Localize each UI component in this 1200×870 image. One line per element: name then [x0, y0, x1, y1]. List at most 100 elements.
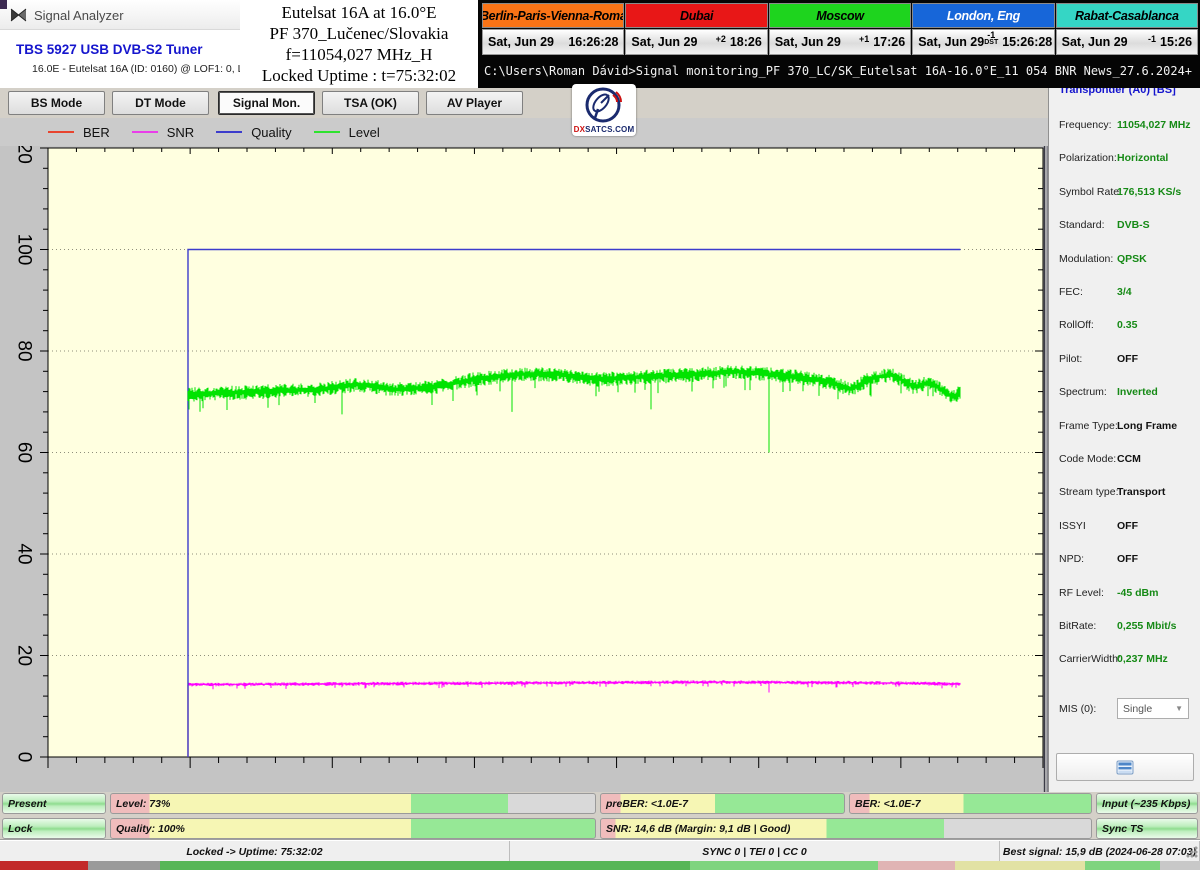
statusbar: Best signal: 15,9 dB (2024-06-28 07:03)S… — [0, 840, 1200, 861]
satellite-annotation: Eutelsat 16A at 16.0°E PF 370_Lučenec/Sl… — [240, 0, 478, 88]
clock-utc-offset: +2 — [716, 35, 726, 43]
clock-time-value: 16:26:28 — [568, 35, 618, 49]
meter-snr: SNR: 14,6 dB (Margin: 9,1 dB | Good) — [600, 818, 1092, 839]
svg-text:100: 100 — [14, 234, 35, 266]
mis-selected-value: Single — [1123, 703, 1152, 715]
transponder-label: BitRate: — [1059, 620, 1096, 632]
meter-text: Present — [8, 798, 47, 810]
resize-grip[interactable] — [1186, 846, 1198, 858]
transponder-label: Symbol Rate: — [1059, 186, 1122, 198]
svg-text:60: 60 — [14, 442, 35, 463]
transponder-row-frame-type-: Frame Type:Long Frame — [1059, 420, 1197, 434]
annotation-line-1: Eutelsat 16A at 16.0°E — [240, 2, 478, 23]
terminal-command-line: C:\Users\Roman Dávid>Signal monitoring_P… — [484, 64, 1196, 78]
transponder-row-rolloff-: RollOff: 0.35 — [1059, 319, 1197, 333]
clock-utc-offset: -1DST — [984, 31, 998, 47]
transponder-label: CarrierWidth: — [1059, 653, 1121, 665]
statusbar-best: Best signal: 15,9 dB (2024-06-28 07:03) — [1000, 841, 1200, 862]
clock-datetime: Sat, Jun 29-1DST 15:26:28 — [912, 29, 1054, 55]
transponder-row-pilot-: Pilot: OFF — [1059, 353, 1197, 367]
transponder-value: Horizontal — [1117, 152, 1168, 164]
transponder-row-bitrate-: BitRate:0,255 Mbit/s — [1059, 620, 1197, 634]
window-title: Signal Analyzer — [34, 8, 124, 23]
save-button[interactable] — [1056, 753, 1194, 781]
signal-chart: 020406080100120 — [0, 146, 1048, 792]
legend-swatch — [314, 131, 340, 133]
clock-city-label: Rabat-Casablanca — [1056, 3, 1198, 28]
clock-utc-offset: +1 — [859, 35, 869, 43]
transponder-value: Inverted — [1117, 386, 1158, 398]
transponder-row-standard-: Standard:DVB-S — [1059, 219, 1197, 233]
clock-time-value: 15:26 — [1160, 35, 1192, 49]
legend-item-ber: BER — [48, 125, 110, 140]
meter-text: Sync TS — [1102, 823, 1143, 835]
transponder-panel-title-clip: Transponder (A0) [BS] — [1059, 88, 1195, 99]
meter-text: Level: 73% — [116, 798, 170, 810]
tab-dt-mode[interactable]: DT Mode — [112, 91, 209, 115]
tab-signal-mon-[interactable]: Signal Mon. — [218, 91, 315, 115]
meter-preber: preBER: <1.0E-7 — [600, 793, 845, 814]
tab-tsa-ok-[interactable]: TSA (OK) — [322, 91, 419, 115]
transponder-label: RollOff: — [1059, 319, 1094, 331]
transponder-value: 0.35 — [1117, 319, 1137, 331]
legend-label: SNR — [167, 125, 194, 140]
meter-text: Input (~235 Kbps) — [1102, 798, 1190, 810]
transponder-value: DVB-S — [1117, 219, 1150, 231]
legend-item-level: Level — [314, 125, 380, 140]
meter-ber: BER: <1.0E-7 — [849, 793, 1092, 814]
background-window-strip — [0, 861, 1200, 870]
mis-dropdown[interactable]: Single ▼ — [1117, 698, 1189, 719]
transponder-label: Code Mode: — [1059, 453, 1116, 465]
legend-label: Quality — [251, 125, 291, 140]
status-lock: Lock — [2, 818, 106, 839]
clock-city-label: London, Eng — [912, 3, 1054, 28]
background-window-segment — [0, 861, 88, 870]
svg-text:80: 80 — [14, 340, 35, 361]
transponder-label: Modulation: — [1059, 253, 1113, 265]
meter-text: SNR: 14,6 dB (Margin: 9,1 dB | Good) — [606, 823, 790, 835]
background-window-segment — [955, 861, 1085, 870]
clock-moscow: MoscowSat, Jun 29+117:26 — [769, 3, 911, 57]
clock-time-value: 15:26:28 — [1002, 35, 1052, 49]
clock-date: Sat, Jun 29 — [775, 35, 859, 49]
transponder-row-stream-type-: Stream type:Transport — [1059, 486, 1197, 500]
transponder-panel-title: Transponder (A0) [BS] — [1059, 88, 1176, 96]
tab-av-player[interactable]: AV Player — [426, 91, 523, 115]
background-window-segment — [878, 861, 955, 870]
meter-text: BER: <1.0E-7 — [855, 798, 921, 810]
signal-analyzer-window: Signal Analyzer TBS 5927 USB DVB-S2 Tune… — [0, 0, 1200, 870]
signal-chart-plot: 020406080100120 — [0, 146, 1048, 792]
transponder-value: -45 dBm — [1117, 587, 1158, 599]
transponder-row-rf-level-: RF Level:-45 dBm — [1059, 587, 1197, 601]
transponder-label: Frame Type: — [1059, 420, 1118, 432]
transponder-value: 176,513 KS/s — [1117, 186, 1181, 198]
annotation-line-3: f=11054,027 MHz_H — [240, 44, 478, 65]
signal-analyzer-app-icon — [10, 7, 27, 23]
mis-label: MIS (0): — [1059, 703, 1096, 715]
tab-bs-mode[interactable]: BS Mode — [8, 91, 105, 115]
legend-label: BER — [83, 125, 110, 140]
clock-date: Sat, Jun 29 — [918, 35, 984, 49]
tuner-name: TBS 5927 USB DVB-S2 Tuner — [16, 42, 203, 57]
chevron-down-icon: ▼ — [1175, 704, 1183, 713]
meter-quality: Quality: 100% — [110, 818, 596, 839]
transponder-row-fec-: FEC:3/4 — [1059, 286, 1197, 300]
annotation-line-2: PF 370_Lučenec/Slovakia — [240, 23, 478, 44]
transponder-label: Spectrum: — [1059, 386, 1107, 398]
transponder-row-spectrum-: Spectrum: Inverted — [1059, 386, 1197, 400]
clock-rabat-casablanca: Rabat-CasablancaSat, Jun 29-115:26 — [1056, 3, 1198, 57]
world-clocks: Berlin-Paris-Vienna-RomaSat, Jun 2916:26… — [482, 3, 1198, 57]
transponder-value: OFF — [1117, 353, 1138, 365]
transponder-label: FEC: — [1059, 286, 1083, 298]
status-sync-ts: Sync TS — [1096, 818, 1198, 839]
transponder-row-npd-: NPD:OFF — [1059, 553, 1197, 567]
transponder-label: Pilot: — [1059, 353, 1082, 365]
clock-datetime: Sat, Jun 29+117:26 — [769, 29, 911, 55]
background-window-segment — [88, 861, 160, 870]
clock-date: Sat, Jun 29 — [488, 35, 568, 49]
legend-swatch — [216, 131, 242, 133]
meter-text: preBER: <1.0E-7 — [606, 798, 688, 810]
transponder-value: Transport — [1117, 486, 1165, 498]
transponder-label: Polarization: — [1059, 152, 1117, 164]
window-corner-accent — [0, 0, 7, 9]
